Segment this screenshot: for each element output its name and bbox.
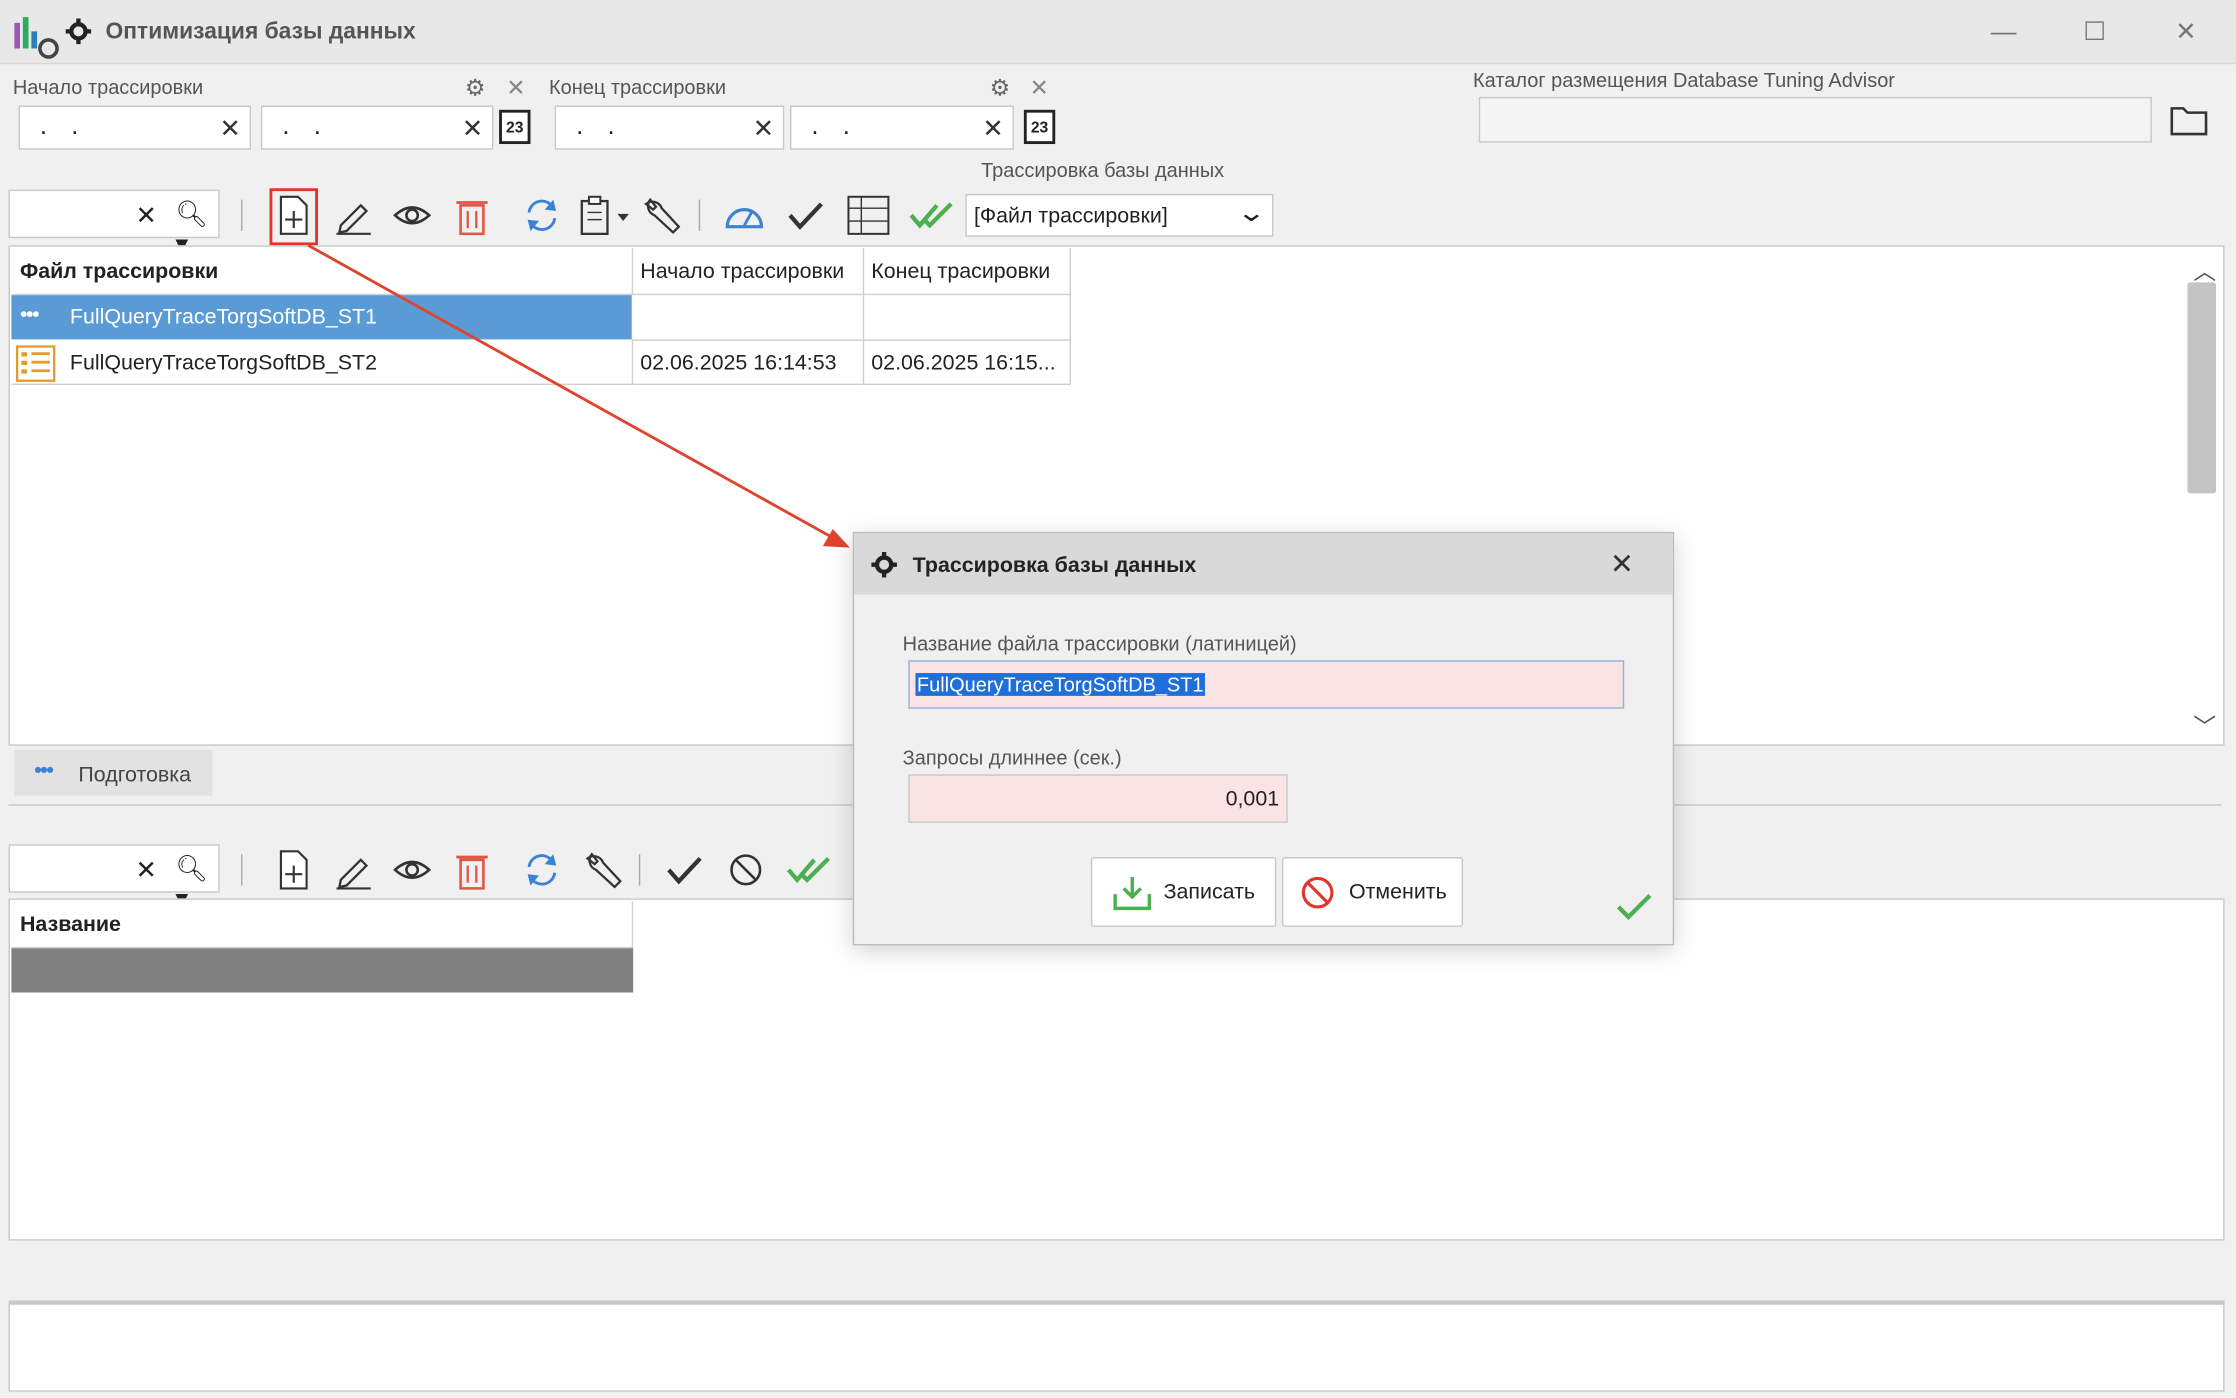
- save-button[interactable]: Записать: [1090, 857, 1277, 927]
- dialog-title: Трассировка базы данных: [912, 553, 1197, 578]
- filename-input[interactable]: FullQueryTraceTorgSoftDB_ST1: [908, 660, 1625, 709]
- filename-label: Название файла трассировки (латиницей): [902, 631, 1297, 655]
- dialog-close-icon[interactable]: ✕: [1610, 546, 1634, 582]
- dialog-title-bar: Трассировка базы данных ✕: [854, 533, 1673, 595]
- download-icon: [1113, 876, 1152, 911]
- main-window: Оптимизация базы данных — ☐ ✕ Начало тра…: [0, 0, 2236, 1398]
- queries-label: Запросы длиннее (сек.): [902, 745, 1122, 769]
- cancel-button[interactable]: Отменить: [1281, 857, 1464, 927]
- gear-icon: [871, 551, 897, 578]
- check-icon: [1616, 894, 1652, 920]
- trace-dialog: Трассировка базы данных ✕ Название файла…: [852, 531, 1675, 946]
- ban-icon: [1301, 876, 1334, 909]
- queries-duration-input[interactable]: 0,001: [908, 774, 1288, 823]
